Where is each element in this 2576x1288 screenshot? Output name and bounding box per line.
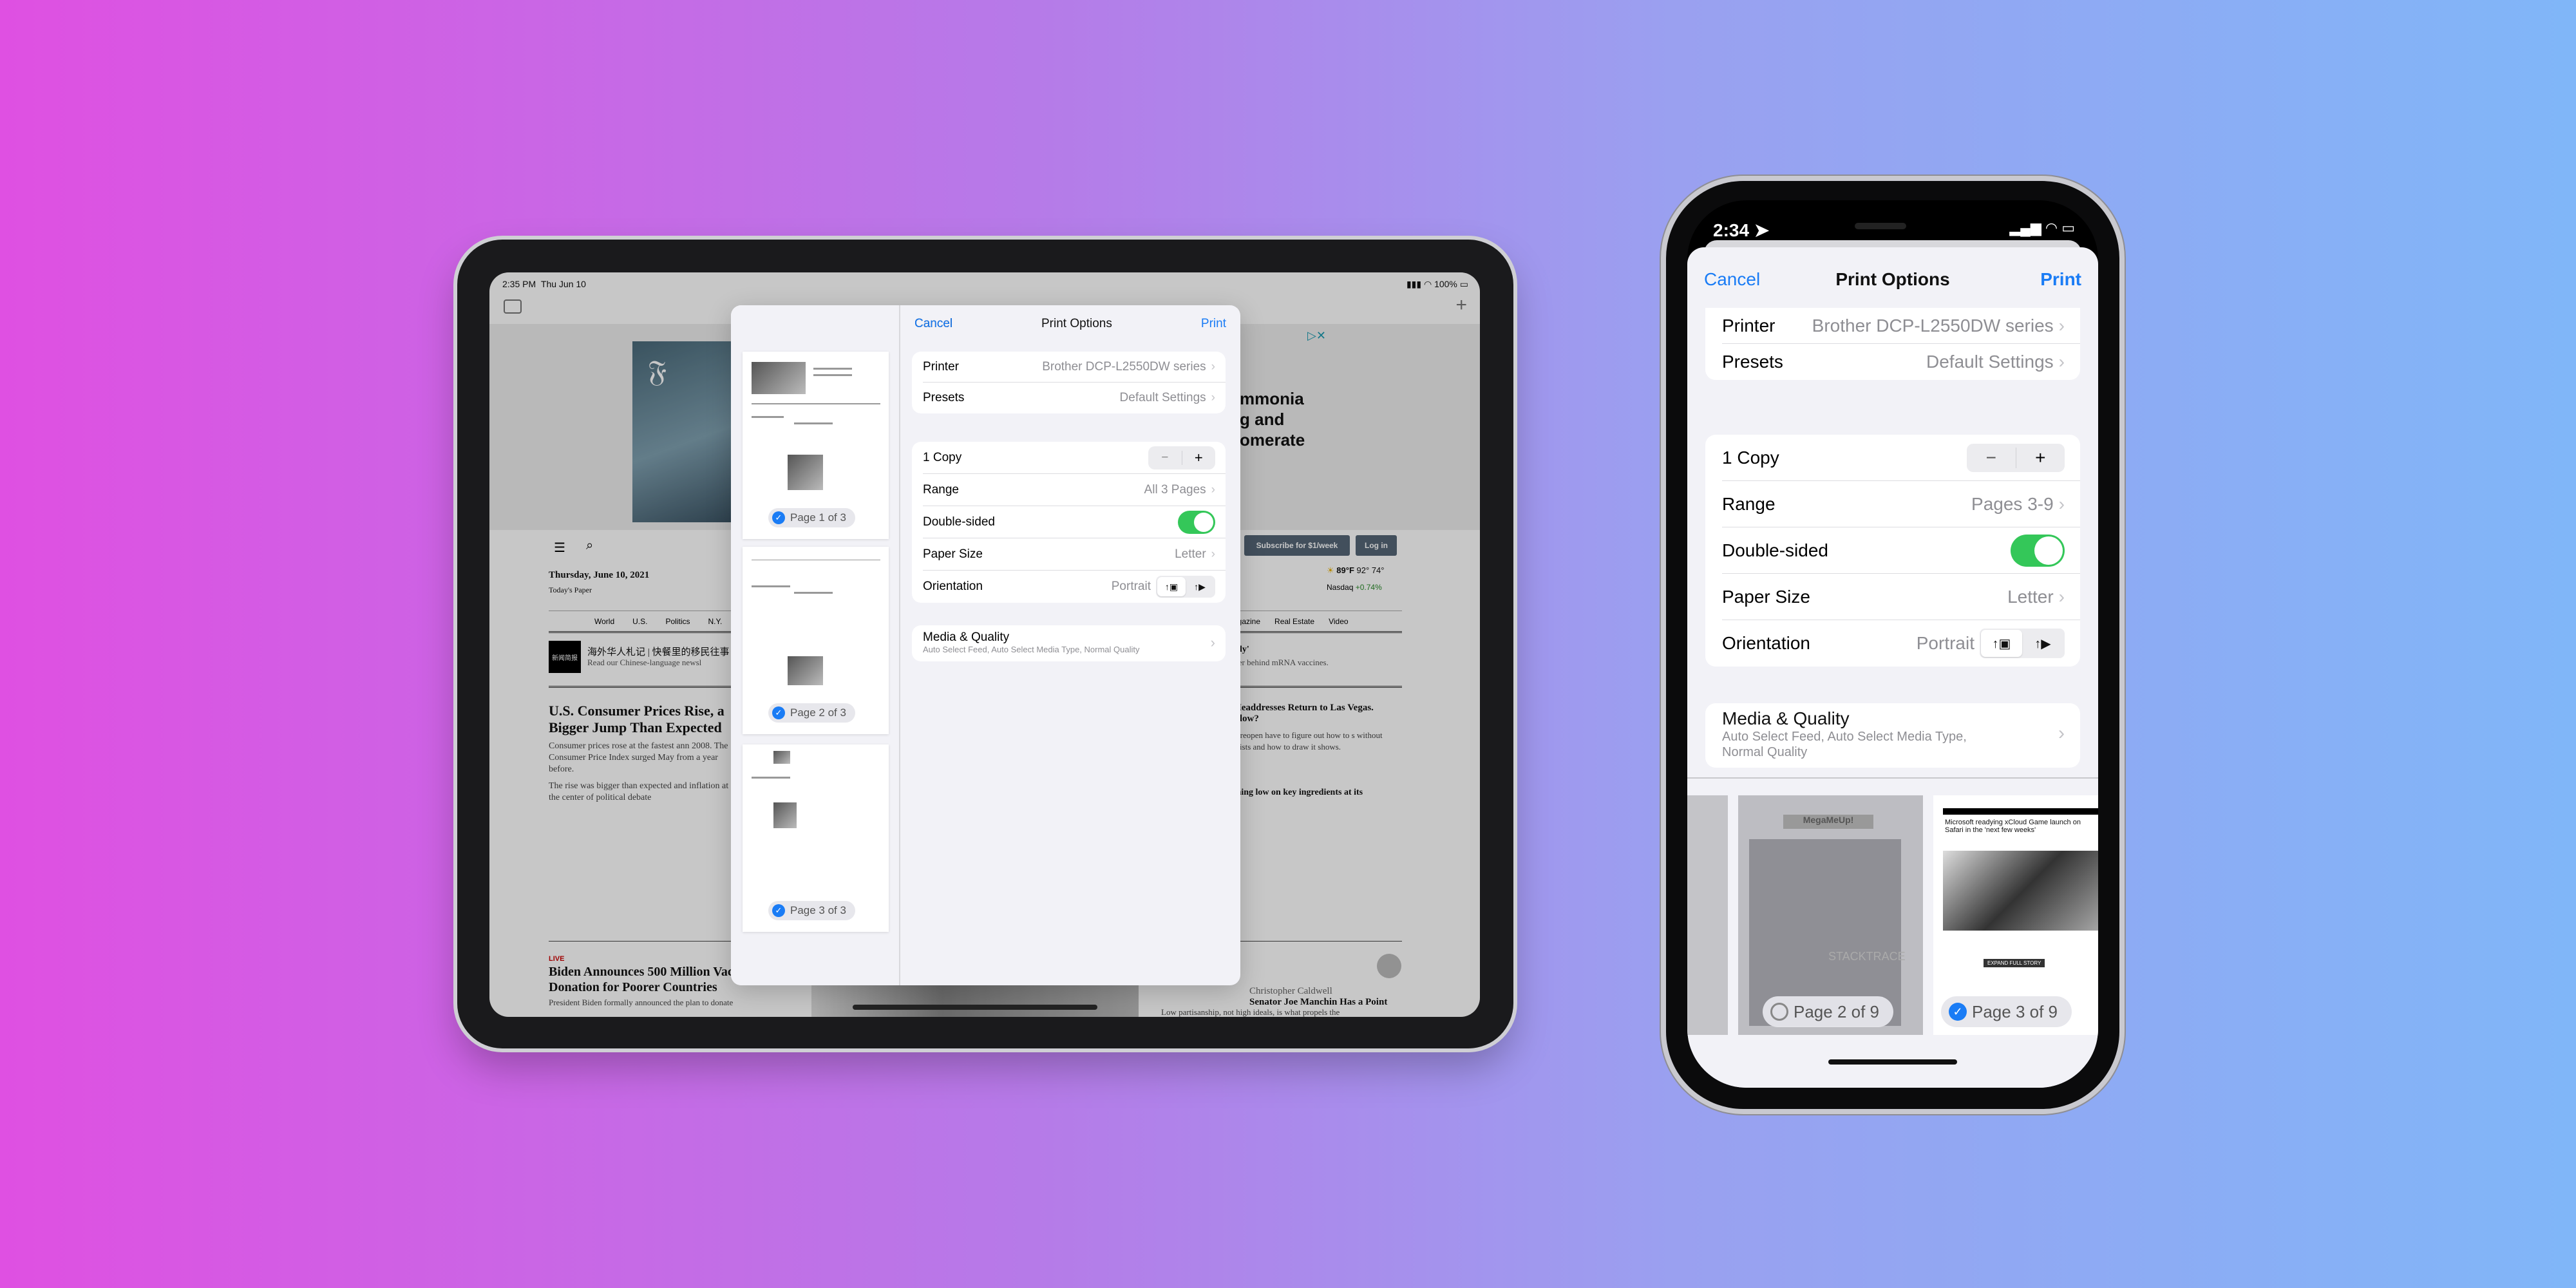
unchecked-circle-icon <box>1770 1003 1788 1021</box>
chevron-right-icon: › <box>2058 352 2065 372</box>
orientation-segmented[interactable]: ↑▣ ↑▶ <box>1156 576 1215 598</box>
range-row[interactable]: Range All 3 Pages › <box>923 474 1226 506</box>
printer-row[interactable]: Printer Brother DCP-L2550DW series › <box>923 352 1226 383</box>
chevron-right-icon: › <box>1211 482 1215 497</box>
print-options-sheet: ✓ Page 1 of 3 ✓ Page 2 of 3 ✓ Page 3 of 3 C… <box>731 305 1240 985</box>
page3-headline: Microsoft readying xCloud Game launch on… <box>1945 819 2081 834</box>
chevron-right-icon: › <box>2058 586 2065 607</box>
landscape-icon[interactable]: ↑▶ <box>2022 630 2063 657</box>
page-label-pill[interactable]: ✓ Page 3 of 3 <box>768 901 855 920</box>
options-card: 1 Copy − + Range All 3 Pages › Double-sided … <box>912 442 1226 603</box>
page3-photo <box>1943 851 2098 931</box>
orientation-row: Orientation Portrait ↑▣ ↑▶ <box>1722 620 2080 667</box>
increment-button[interactable]: + <box>1182 450 1216 466</box>
double-sided-toggle[interactable] <box>1178 510 1215 534</box>
page-thumbnail-1[interactable]: ✓ Page 1 of 3 <box>743 352 889 539</box>
presets-row[interactable]: Presets Default Settings › <box>923 383 1226 413</box>
page-label-pill[interactable]: ✓ Page 2 of 3 <box>768 703 855 723</box>
page-thumbnail-2[interactable]: ✓ Page 2 of 3 <box>743 547 889 734</box>
portrait-icon[interactable]: ↑▣ <box>1981 630 2022 657</box>
page-label-pill[interactable]: ✓ Page 1 of 3 <box>768 508 855 527</box>
iphone-device: 2:34 ➤ ▂▄▆ ◠ ▭ Cancel Print Options Prin… <box>1666 181 2119 1109</box>
status-time: 2:34 ➤ <box>1713 220 1770 240</box>
chevron-right-icon: › <box>1210 634 1215 650</box>
page3-expand-button: EXPAND FULL STORY <box>1984 959 2045 967</box>
copies-stepper[interactable]: − + <box>1148 446 1215 469</box>
home-indicator <box>853 1005 1097 1010</box>
page-label-pill[interactable]: Page 2 of 9 <box>1763 996 1893 1027</box>
chevron-right-icon: › <box>1211 359 1215 374</box>
copies-stepper[interactable]: − + <box>1967 443 2065 472</box>
chevron-right-icon: › <box>2058 493 2065 514</box>
page-thumbnails: ✓ Page 1 of 3 ✓ Page 2 of 3 ✓ Page 3 of 3 <box>731 305 900 985</box>
copies-row: 1 Copy − + <box>923 442 1226 474</box>
range-row[interactable]: Range Pages 3-9 › <box>1722 481 2080 527</box>
checkmark-icon: ✓ <box>772 904 785 917</box>
cancel-button-label[interactable]: Cancel <box>914 317 952 331</box>
printer-card: Printer Brother DCP-L2550DW series › Prese… <box>912 352 1226 413</box>
chevron-right-icon: › <box>1211 547 1215 561</box>
printer-row[interactable]: Printer Brother DCP-L2550DW series › <box>1722 308 2080 344</box>
page2-banner: MegaMeUp! <box>1783 815 1873 829</box>
checkmark-icon: ✓ <box>772 511 785 524</box>
home-indicator <box>1828 1059 1957 1065</box>
chevron-right-icon: › <box>2058 723 2065 744</box>
location-arrow-icon: ➤ <box>1754 220 1770 240</box>
page-thumbnail-3[interactable]: ✓ Page 3 of 3 <box>743 744 889 932</box>
decrement-button[interactable]: − <box>1967 447 2016 468</box>
chevron-right-icon: › <box>2058 315 2065 336</box>
presets-row[interactable]: Presets Default Settings › <box>1722 344 2080 380</box>
page-label-pill[interactable]: ✓ Page 3 of 9 <box>1941 996 2072 1027</box>
page-thumbnail-2[interactable]: MegaMeUp! STACKTRACE Page 2 of 9 <box>1738 795 1923 1035</box>
increment-button[interactable]: + <box>2016 448 2065 468</box>
page-thumbnail-1[interactable] <box>1687 795 1728 1035</box>
double-sided-toggle[interactable] <box>2011 534 2065 567</box>
media-quality-row[interactable]: Media & Quality Auto Select Feed, Auto S… <box>912 625 1226 661</box>
print-options-sheet: Cancel Print Options Print Printer Brothe… <box>1687 247 2098 1088</box>
ipad-device: 2:35 PM Thu Jun 10 ▮▮▮ ◠ 100% ▭ + 𝔉 mmon… <box>457 240 1513 1048</box>
ipad-screen: 2:35 PM Thu Jun 10 ▮▮▮ ◠ 100% ▭ + 𝔉 mmon… <box>489 272 1480 1017</box>
paper-size-row[interactable]: Paper Size Letter › <box>923 538 1226 571</box>
page-preview-strip[interactable]: MegaMeUp! STACKTRACE Page 2 of 9 Microso… <box>1687 777 2098 1088</box>
speaker-grille <box>1855 223 1906 229</box>
iphone-screen: 2:34 ➤ ▂▄▆ ◠ ▭ Cancel Print Options Prin… <box>1687 200 2098 1088</box>
chevron-right-icon: › <box>1211 391 1215 404</box>
status-icons: ▂▄▆ ◠ ▭ <box>2009 220 2075 236</box>
copies-row: 1 Copy − + <box>1722 435 2080 481</box>
sheet-title: Print Options <box>1041 317 1112 330</box>
print-button[interactable]: Print <box>2040 269 2081 290</box>
page2-brand: STACKTRACE <box>1828 950 1906 963</box>
landscape-icon[interactable]: ↑▶ <box>1186 577 1214 596</box>
portrait-icon[interactable]: ↑▣ <box>1157 577 1186 596</box>
checkmark-icon: ✓ <box>772 706 785 719</box>
paper-size-row[interactable]: Paper Size Letter › <box>1722 574 2080 620</box>
options-card: 1 Copy − + Range Pages 3-9 › Double-sided Pa… <box>1705 435 2080 667</box>
decrement-button[interactable]: − <box>1148 450 1182 465</box>
printer-card: Printer Brother DCP-L2550DW series › Prese… <box>1705 308 2080 380</box>
print-button[interactable]: Print <box>1201 317 1226 331</box>
double-sided-row: Double-sided <box>1722 527 2080 574</box>
sheet-title: Print Options <box>1835 269 1950 289</box>
orientation-row: Orientation Portrait ↑▣ ↑▶ <box>923 571 1226 603</box>
double-sided-row: Double-sided <box>923 506 1226 538</box>
media-quality-row[interactable]: Media & Quality Auto Select Feed, Auto S… <box>1705 703 2080 768</box>
page-thumbnail-3[interactable]: Microsoft readying xCloud Game launch on… <box>1933 795 2098 1035</box>
checkmark-icon: ✓ <box>1949 1003 1967 1021</box>
orientation-segmented[interactable]: ↑▣ ↑▶ <box>1980 629 2065 658</box>
